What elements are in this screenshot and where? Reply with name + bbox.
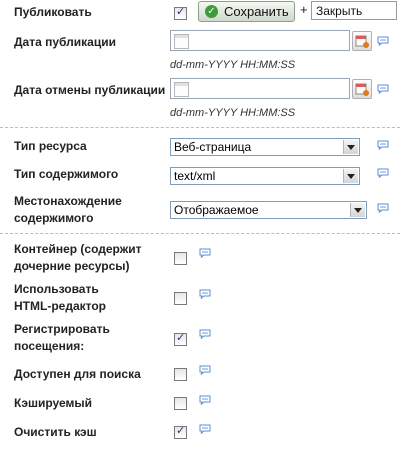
content-disposition-help-icon[interactable] — [377, 203, 389, 213]
container-label-line1: Контейнер (содержит — [14, 242, 142, 256]
plus-separator: + — [300, 2, 308, 17]
richtext-help-icon[interactable] — [199, 289, 211, 299]
pub-date-format-hint: dd-mm-YYYY HH:MM:SS — [170, 59, 296, 71]
content-type-select[interactable]: text/xml — [170, 167, 360, 185]
container-help-icon[interactable] — [199, 248, 211, 258]
track-visits-label-line1: Регистрировать — [14, 322, 110, 336]
close-action-select[interactable]: Закрыть — [311, 1, 397, 20]
calendar-clear-icon — [355, 35, 369, 48]
content-type-label: Тип содержимого — [14, 167, 119, 181]
unpub-date-picker-button[interactable] — [352, 79, 372, 99]
checkmark-icon: ✓ — [176, 6, 186, 18]
resource-type-value: Веб-страница — [174, 140, 252, 154]
checkmark-icon: ✓ — [205, 5, 218, 18]
content-disposition-label-line1: Местонахождение — [14, 194, 122, 208]
publish-label: Публиковать — [14, 5, 92, 19]
track-visits-help-icon[interactable] — [199, 329, 211, 339]
unpub-date-label: Дата отмены публикации — [14, 83, 166, 97]
content-type-help-icon[interactable] — [377, 168, 389, 178]
container-checkbox[interactable] — [174, 252, 187, 265]
track-visits-checkbox[interactable]: ✓ — [174, 332, 187, 346]
track-visits-label-line2: посещения: — [14, 339, 85, 353]
close-action-value: Закрыть — [316, 4, 363, 18]
richtext-label-line2: HTML-редактор — [14, 299, 106, 313]
chevron-down-icon — [343, 169, 358, 183]
save-button[interactable]: ✓ Сохранить — [198, 1, 295, 22]
chevron-down-icon — [343, 140, 358, 154]
pub-date-help-icon[interactable] — [377, 36, 389, 46]
searchable-checkbox[interactable] — [174, 368, 187, 381]
calendar-icon — [174, 34, 189, 49]
searchable-label: Доступен для поиска — [14, 367, 141, 381]
unpub-date-format-hint: dd-mm-YYYY HH:MM:SS — [170, 107, 296, 119]
cacheable-checkbox[interactable] — [174, 397, 187, 410]
save-button-label: Сохранить — [224, 4, 289, 19]
content-disposition-value: Отображаемое — [174, 203, 259, 217]
clear-cache-label: Очистить кэш — [14, 425, 97, 439]
searchable-help-icon[interactable] — [199, 365, 211, 375]
unpub-date-help-icon[interactable] — [377, 84, 389, 94]
richtext-label-line1: Использовать — [14, 282, 99, 296]
content-type-value: text/xml — [174, 169, 216, 183]
unpub-date-input[interactable] — [170, 78, 350, 99]
clear-cache-help-icon[interactable] — [199, 424, 211, 434]
calendar-clear-icon — [355, 83, 369, 96]
content-disposition-select[interactable]: Отображаемое — [170, 201, 367, 219]
chevron-down-icon — [350, 203, 365, 217]
content-disposition-label-line2: содержимого — [14, 211, 94, 225]
publish-checkbox[interactable]: ✓ — [174, 6, 187, 20]
pub-date-input[interactable] — [170, 30, 350, 51]
separator — [0, 127, 400, 128]
calendar-icon — [174, 82, 189, 97]
pub-date-label: Дата публикации — [14, 35, 116, 49]
resource-type-select[interactable]: Веб-страница — [170, 138, 360, 156]
resource-type-help-icon[interactable] — [377, 140, 389, 150]
checkmark-icon: ✓ — [176, 332, 186, 344]
container-label-line2: дочерние ресурсы) — [14, 259, 130, 273]
clear-cache-checkbox[interactable]: ✓ — [174, 425, 187, 439]
pub-date-picker-button[interactable] — [352, 31, 372, 51]
separator — [0, 233, 400, 234]
cacheable-label: Кэшируемый — [14, 396, 93, 410]
checkmark-icon: ✓ — [176, 425, 186, 437]
richtext-checkbox[interactable] — [174, 292, 187, 305]
resource-type-label: Тип ресурса — [14, 139, 87, 153]
cacheable-help-icon[interactable] — [199, 395, 211, 405]
